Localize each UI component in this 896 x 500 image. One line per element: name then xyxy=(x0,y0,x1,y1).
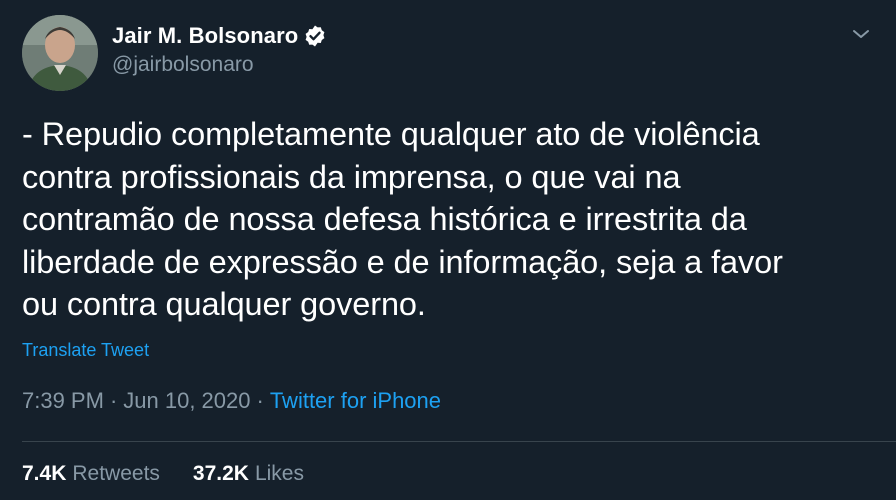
separator-dot: · xyxy=(109,388,118,413)
tweet-date[interactable]: Jun 10, 2020 xyxy=(123,388,250,413)
likes-count: 37.2K xyxy=(192,462,249,485)
tweet-metadata: 7:39 PM · Jun 10, 2020 · Twitter for iPhone xyxy=(22,388,441,414)
verified-badge-icon xyxy=(303,24,327,48)
likes-label: Likes xyxy=(254,462,304,485)
tweet-text-line: liberdade de expressão e de informação, … xyxy=(22,243,783,280)
avatar[interactable] xyxy=(22,15,98,91)
chevron-down-icon[interactable] xyxy=(848,24,874,44)
likes-stat[interactable]: 37.2K Likes xyxy=(193,462,304,486)
author-name-row[interactable]: Jair M. Bolsonaro xyxy=(112,21,327,51)
retweets-stat[interactable]: 7.4K Retweets xyxy=(22,462,160,486)
translate-tweet-link[interactable]: Translate Tweet xyxy=(22,340,149,361)
retweets-label: Retweets xyxy=(72,462,160,485)
retweets-count: 7.4K xyxy=(22,462,67,485)
divider xyxy=(22,441,896,442)
tweet-card: Jair M. Bolsonaro @jairbolsonaro - Repud… xyxy=(0,0,896,500)
tweet-text-line: contra profissionais da imprensa, o que … xyxy=(22,158,681,195)
tweet-text: - Repudio completamente qualquer ato de … xyxy=(22,113,872,326)
avatar-photo xyxy=(22,15,98,91)
tweet-text-line: contramão de nossa defesa histórica e ir… xyxy=(22,201,747,237)
tweet-text-line: - Repudio completamente qualquer ato de … xyxy=(22,116,760,152)
tweet-text-line: ou contra qualquer governo. xyxy=(22,286,426,322)
tweet-source-link[interactable]: Twitter for iPhone xyxy=(270,388,441,413)
tweet-time[interactable]: 7:39 PM xyxy=(22,388,104,413)
tweet-stats: 7.4K Retweets 37.2K Likes xyxy=(22,462,337,486)
author-display-name[interactable]: Jair M. Bolsonaro xyxy=(112,23,298,49)
author-handle[interactable]: @jairbolsonaro xyxy=(112,53,254,77)
separator-dot: · xyxy=(256,388,264,413)
